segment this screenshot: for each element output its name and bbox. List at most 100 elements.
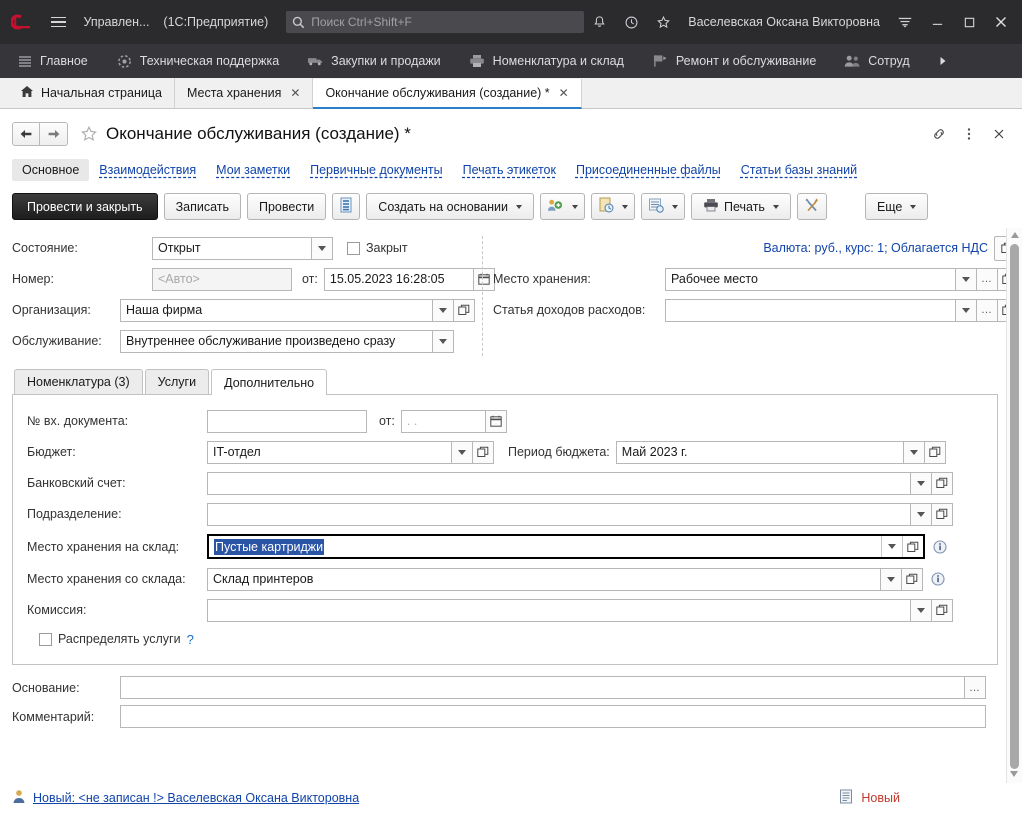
post-button[interactable]: Провести — [247, 193, 326, 220]
storage-from-control[interactable]: Склад принтеров — [207, 568, 923, 591]
budget-period-dropdown-button[interactable] — [904, 441, 925, 464]
budget-dropdown-button[interactable] — [452, 441, 473, 464]
budget-period-input[interactable]: Май 2023 г. — [616, 441, 904, 464]
storage-from-open-button[interactable] — [902, 568, 923, 591]
storage-place-control[interactable]: Рабочее место … — [665, 268, 1006, 291]
tools-settings-button[interactable] — [797, 193, 827, 220]
budget-period-control[interactable]: Май 2023 г. — [616, 441, 946, 464]
distribute-services-checkbox[interactable] — [39, 633, 52, 646]
forward-button[interactable] — [40, 122, 68, 146]
comment-input[interactable] — [120, 705, 986, 728]
link-icon[interactable] — [926, 121, 952, 147]
comment-control[interactable] — [120, 705, 986, 728]
currency-open-button[interactable] — [994, 236, 1006, 261]
calendar-button[interactable] — [474, 268, 495, 291]
section-item-sotrudniki[interactable]: Сотруд — [842, 44, 923, 78]
sections-overflow-arrow[interactable] — [936, 55, 948, 67]
navlink-osnovnoe[interactable]: Основное — [12, 159, 89, 181]
scroll-up-arrow[interactable] — [1011, 228, 1019, 242]
department-dropdown-button[interactable] — [911, 503, 932, 526]
commission-control[interactable] — [207, 599, 953, 622]
date-input[interactable]: 15.05.2023 16:28:05 — [324, 268, 474, 291]
storage-place-dropdown-button[interactable] — [956, 268, 977, 291]
storage-to-control[interactable]: Пустые картриджи — [207, 534, 925, 559]
incoming-date-control[interactable]: . . — [401, 410, 507, 433]
close-button[interactable] — [986, 8, 1016, 36]
budget-open-button[interactable] — [473, 441, 494, 464]
storage-from-input[interactable]: Склад принтеров — [207, 568, 881, 591]
bell-icon[interactable] — [584, 8, 614, 36]
post-and-close-button[interactable]: Провести и закрыть — [12, 193, 158, 220]
navlink-pechat-etiketok[interactable]: Печать этикеток — [453, 159, 566, 181]
register-button[interactable] — [641, 193, 685, 220]
window-tab-service-completion[interactable]: Окончание обслуживания (создание) * ✕ — [313, 79, 581, 109]
state-input[interactable]: Открыт — [152, 237, 312, 260]
close-icon[interactable]: ✕ — [290, 86, 300, 100]
number-input[interactable]: <Авто> — [152, 268, 292, 291]
section-item-zakupki[interactable]: Закупки и продажи — [305, 44, 455, 78]
maximize-button[interactable] — [954, 8, 984, 36]
section-item-tehpodderzhka[interactable]: Техническая поддержка — [114, 44, 293, 78]
storage-place-select-button[interactable]: … — [977, 268, 998, 291]
tab-nomenklatura[interactable]: Номенклатура (3) — [14, 369, 143, 394]
storage-to-dropdown-button[interactable] — [881, 536, 902, 557]
department-open-button[interactable] — [932, 503, 953, 526]
create-based-on-button[interactable]: Создать на основании — [366, 193, 534, 220]
close-icon[interactable]: ✕ — [559, 86, 569, 100]
commission-dropdown-button[interactable] — [911, 599, 932, 622]
basis-select-button[interactable]: … — [965, 676, 986, 699]
service-input[interactable]: Внутреннее обслуживание произведено сраз… — [120, 330, 433, 353]
star-icon[interactable] — [648, 8, 678, 36]
income-item-input[interactable] — [665, 299, 956, 322]
date-control[interactable]: 15.05.2023 16:28:05 — [324, 268, 495, 291]
incoming-date-calendar-button[interactable] — [486, 410, 507, 433]
service-dropdown-button[interactable] — [433, 330, 454, 353]
storage-to-open-button[interactable] — [902, 536, 923, 557]
income-item-dropdown-button[interactable] — [956, 299, 977, 322]
vertical-scrollbar[interactable] — [1006, 228, 1022, 783]
bank-account-dropdown-button[interactable] — [911, 472, 932, 495]
service-control[interactable]: Внутреннее обслуживание произведено сраз… — [120, 330, 454, 353]
history-icon[interactable] — [616, 8, 646, 36]
distribute-services-row[interactable]: Распределять услуги ? — [39, 632, 194, 647]
incoming-date-input[interactable]: . . — [401, 410, 486, 433]
navlink-vzaimodeystviya[interactable]: Взаимодействия — [89, 159, 206, 181]
income-item-open-button[interactable] — [998, 299, 1006, 322]
basis-input[interactable] — [120, 676, 965, 699]
global-search-box[interactable]: Поиск Ctrl+Shift+F — [286, 11, 584, 33]
organization-dropdown-button[interactable] — [433, 299, 454, 322]
commission-open-button[interactable] — [932, 599, 953, 622]
storage-to-input[interactable]: Пустые картриджи — [209, 536, 881, 557]
close-form-icon[interactable] — [986, 121, 1012, 147]
budget-control[interactable]: IT-отдел — [207, 441, 494, 464]
budget-input[interactable]: IT-отдел — [207, 441, 452, 464]
menu-lines-icon[interactable] — [890, 8, 920, 36]
organization-open-button[interactable] — [454, 299, 475, 322]
storage-place-input[interactable]: Рабочее место — [665, 268, 956, 291]
more-button[interactable]: Еще — [865, 193, 928, 220]
add-to-favorites-icon[interactable] — [80, 125, 98, 143]
income-item-control[interactable]: … — [665, 299, 1006, 322]
scroll-down-arrow[interactable] — [1010, 767, 1018, 781]
storage-to-info-icon[interactable] — [933, 540, 947, 554]
print-button[interactable]: Печать — [691, 193, 791, 220]
users-add-button[interactable] — [540, 193, 585, 220]
department-control[interactable] — [207, 503, 953, 526]
department-input[interactable] — [207, 503, 911, 526]
write-button[interactable]: Записать — [164, 193, 241, 220]
income-item-select-button[interactable]: … — [977, 299, 998, 322]
bank-account-input[interactable] — [207, 472, 911, 495]
commission-input[interactable] — [207, 599, 911, 622]
tab-uslugi[interactable]: Услуги — [145, 369, 209, 394]
basis-control[interactable]: … — [120, 676, 986, 699]
bank-account-open-button[interactable] — [932, 472, 953, 495]
budget-period-open-button[interactable] — [925, 441, 946, 464]
back-button[interactable] — [12, 122, 40, 146]
navlink-pervichnye-dokumenty[interactable]: Первичные документы — [300, 159, 452, 181]
main-menu-button[interactable] — [46, 9, 72, 35]
state-dropdown-button[interactable] — [312, 237, 333, 260]
navlink-stati-bazy-znaniy[interactable]: Статьи базы знаний — [731, 159, 867, 181]
help-question-icon[interactable]: ? — [187, 632, 194, 647]
tab-dopolnitelno[interactable]: Дополнительно — [211, 369, 327, 395]
minimize-button[interactable] — [922, 8, 952, 36]
